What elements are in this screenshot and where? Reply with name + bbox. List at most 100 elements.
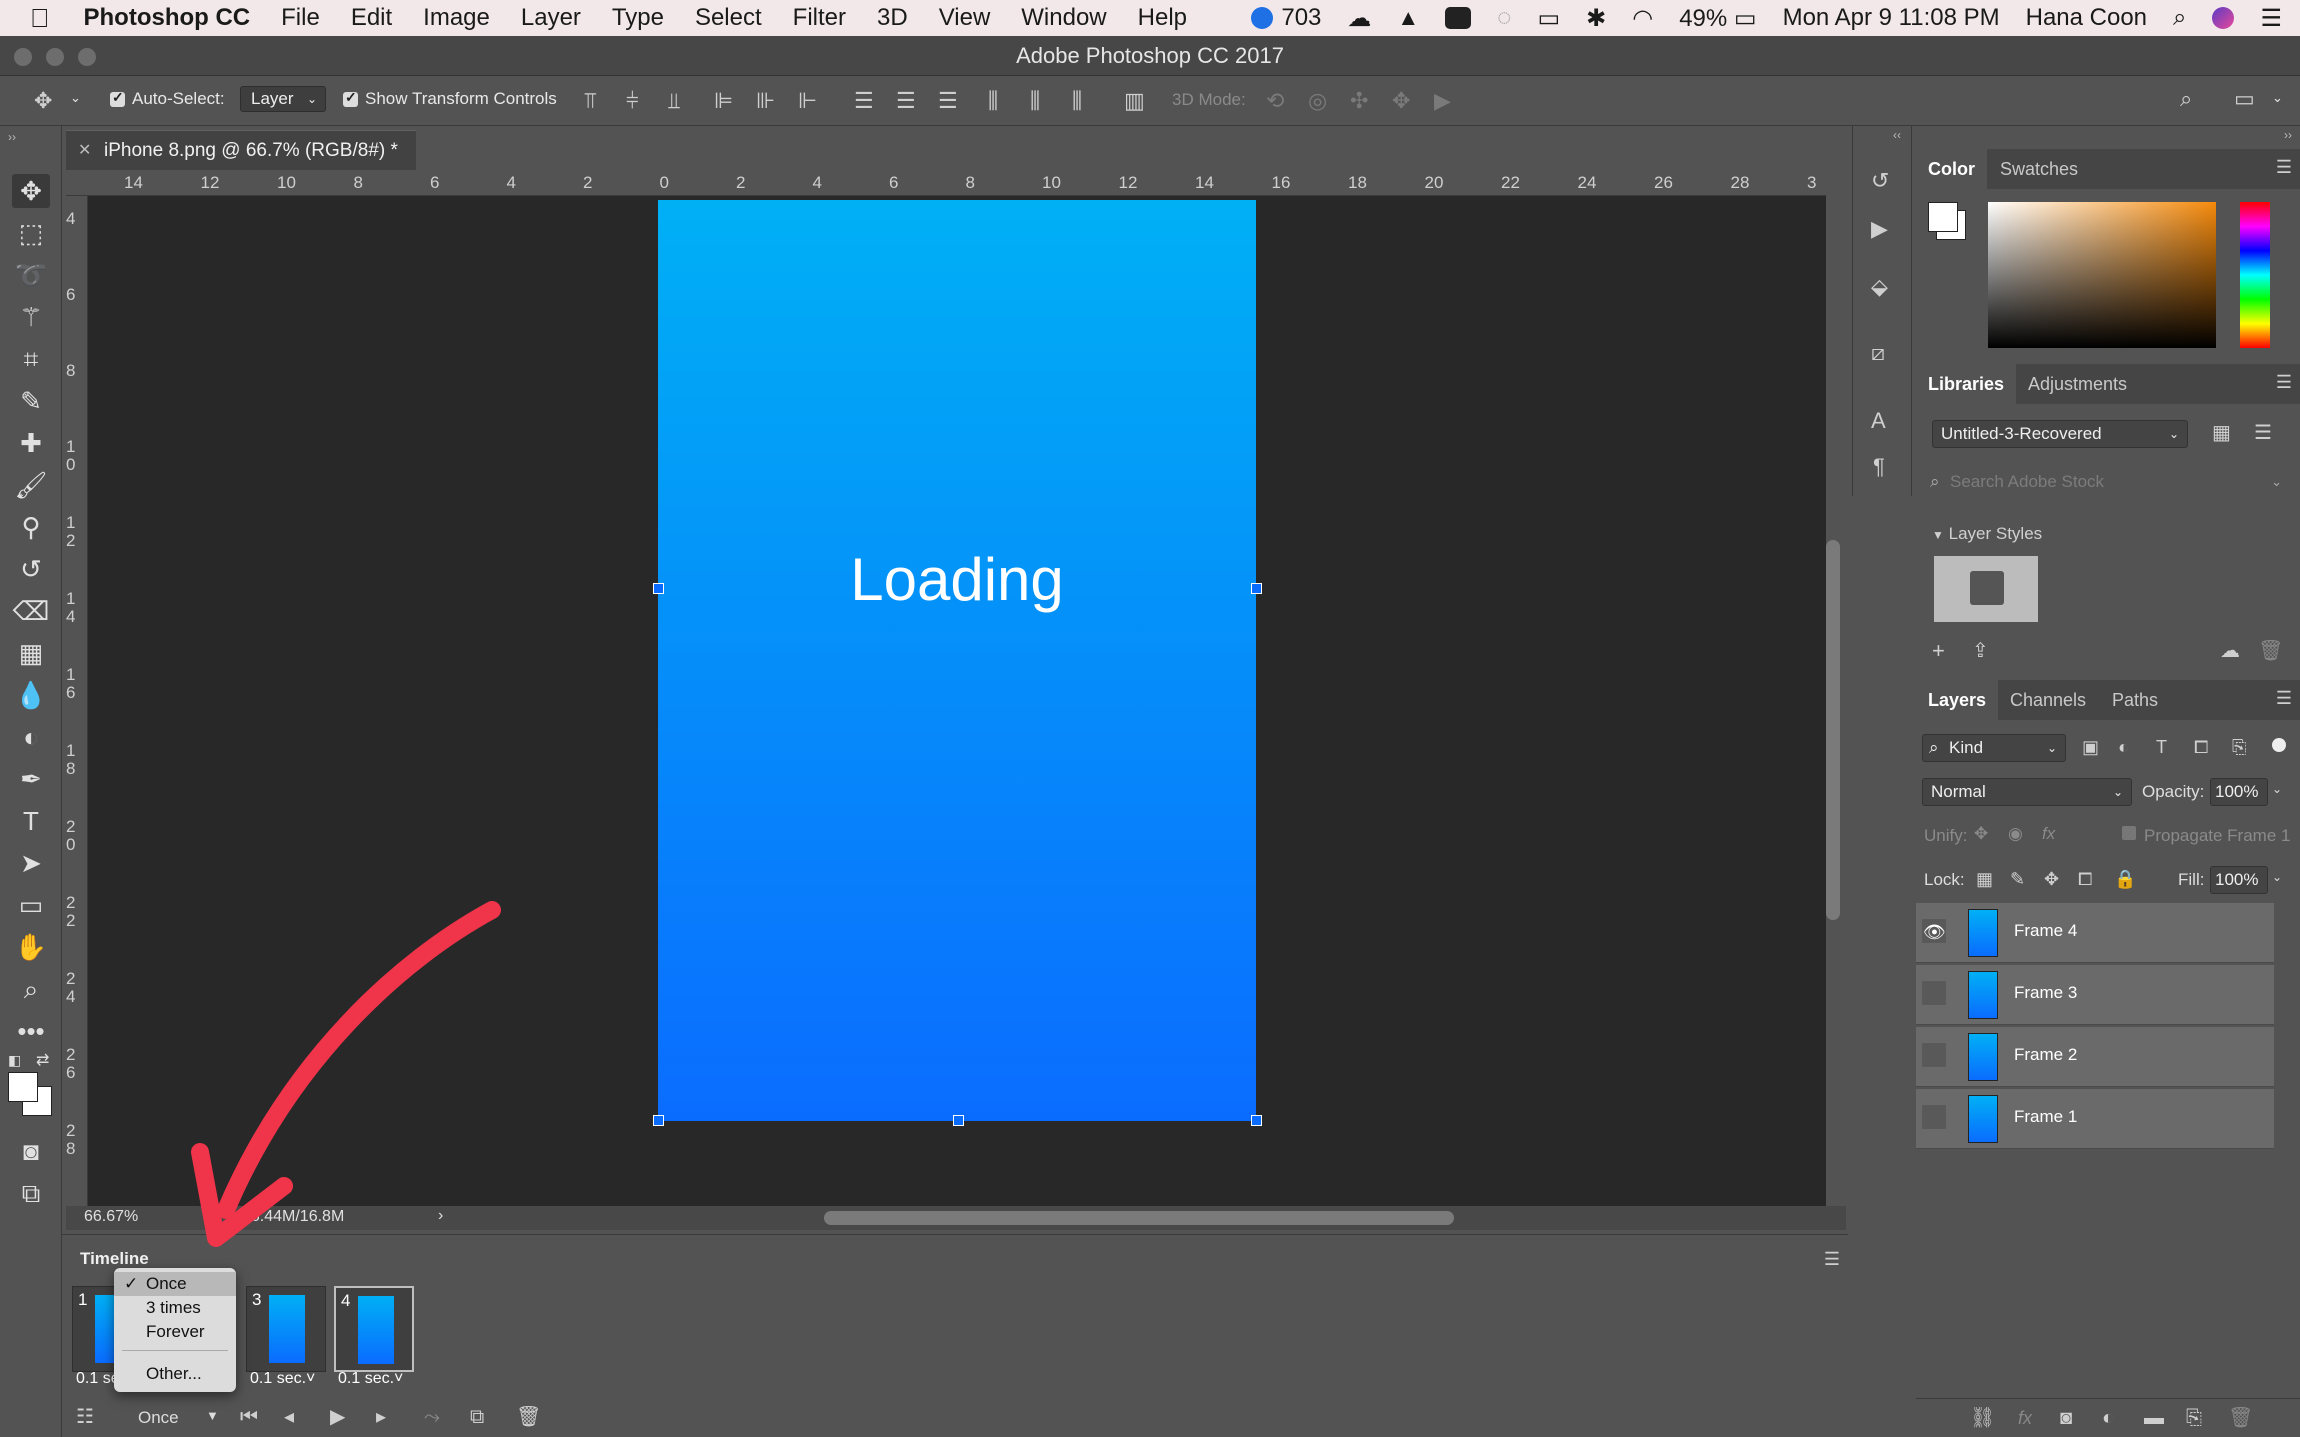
quick-mask-icon[interactable]: ◙ [12,1134,50,1168]
panel-menu-icon[interactable]: ☰ [1824,1244,1840,1274]
loop-option-other[interactable]: Other... [114,1362,236,1386]
default-colors-icon[interactable]: ◧ [8,1052,21,1069]
brush-tool-icon[interactable]: 🖌 [12,468,50,502]
transform-handle-right[interactable] [1251,583,1262,594]
propagate-checkbox[interactable] [2122,826,2136,840]
history-icon[interactable]: ↺ [1871,170,1889,192]
align-hcenter-icon[interactable]: ⊪ [756,90,775,112]
user-name[interactable]: Hana Coon [2026,4,2147,32]
vertical-scrollbar[interactable] [1826,540,1840,920]
zoom-level[interactable]: 66.67% [84,1208,138,1226]
notification-center-icon[interactable]: ☰ [2260,4,2282,33]
collapse-icon[interactable]: ›› [2284,128,2292,142]
magic-wand-tool-icon[interactable]: ⚚ [12,300,50,334]
eraser-tool-icon[interactable]: ⌫ [12,594,50,628]
tab-libraries[interactable]: Libraries [1916,364,2017,404]
layer-style-thumbnail[interactable] [1934,556,2038,622]
path-selection-tool-icon[interactable]: ➤ [12,846,50,880]
collapse-icon[interactable]: ›› [8,130,16,144]
eyedropper-tool-icon[interactable]: ✎ [12,384,50,418]
delete-layer-icon[interactable]: 🗑 [2228,1407,2253,1429]
app-square-icon[interactable] [1445,7,1472,29]
unify-position-icon[interactable]: ✥ [1974,824,1988,844]
unify-style-icon[interactable]: fx [2042,824,2055,844]
transform-handle-bottom-left[interactable] [653,1115,664,1126]
layer-row-frame-2[interactable]: Frame 2 [1916,1027,2274,1087]
menu-image[interactable]: Image [423,4,490,32]
apple-menu-icon[interactable]:  [30,3,50,34]
close-tab-icon[interactable]: ✕ [78,131,91,171]
align-right-icon[interactable]: ⊩ [798,90,817,112]
sync-icon[interactable]: ◌ [1497,4,1511,32]
window-zoom-button[interactable] [78,48,96,66]
history-brush-tool-icon[interactable]: ↺ [12,552,50,586]
layer-row-frame-3[interactable]: Frame 3 [1916,965,2274,1025]
clock[interactable]: Mon Apr 9 11:08 PM [1783,4,2000,32]
menu-select[interactable]: Select [695,4,762,32]
crop-tool-icon[interactable]: ⌗ [12,342,50,376]
previous-frame-icon[interactable]: ◂ [284,1406,294,1428]
more-tools-icon[interactable]: ••• [12,1014,50,1048]
horizontal-ruler[interactable]: 14 12 10 8 6 4 2 0 2 4 6 8 10 12 14 16 18 20 22 24 26 28 3 [66,170,1826,196]
filter-pixel-icon[interactable]: ▣ [2082,736,2099,758]
blend-mode-select[interactable]: Normal ⌄ [1922,778,2132,806]
canvas-loading-text[interactable]: Loading [658,545,1256,614]
align-vcenter-icon[interactable]: ⫩ [626,90,639,112]
actions-play-icon[interactable]: ▶ [1871,218,1888,240]
foreground-color-swatch[interactable] [1928,202,1958,232]
transform-handle-left[interactable] [653,583,664,594]
window-minimize-button[interactable] [46,48,64,66]
layer-row-frame-4[interactable]: 👁 Frame 4 [1916,903,2274,963]
move-tool-preset-icon[interactable]: ✥ [34,90,52,112]
cc-sync-icon[interactable]: ☁ [2220,640,2240,662]
layer-filter-kind[interactable]: ⌕ Kind ⌄ [1922,734,2066,762]
auto-select-checkbox[interactable] [110,89,125,109]
menu-help[interactable]: Help [1138,4,1187,32]
document-tab[interactable]: ✕ iPhone 8.png @ 66.7% (RGB/8#) * [66,130,416,170]
timeline-frame-4[interactable]: 4 [334,1286,414,1372]
lock-all-icon[interactable]: 🔒 [2114,868,2136,890]
menu-filter[interactable]: Filter [793,4,846,32]
gradient-tool-icon[interactable]: ▦ [12,636,50,670]
tab-layers[interactable]: Layers [1916,680,1999,720]
loop-option-once[interactable]: ✓ Once [114,1272,236,1296]
grid-view-icon[interactable]: ▦ [2212,422,2231,444]
menu-window[interactable]: Window [1021,4,1106,32]
panel-menu-icon[interactable]: ☰ [2276,157,2292,178]
list-view-icon[interactable]: ☰ [2254,422,2272,444]
distribute-bottom-icon[interactable]: ☰ [938,90,958,112]
stock-search-input[interactable]: ⌕ Search Adobe Stock ⌄ [1928,468,2288,496]
loop-select[interactable]: Once [138,1408,179,1428]
collapse-icon[interactable]: ‹‹ [1893,128,1901,142]
lock-position-icon[interactable]: ✥ [2044,868,2059,890]
move-tool-icon[interactable]: ✥ [12,174,50,208]
loop-option-forever[interactable]: Forever [114,1320,236,1344]
unify-visibility-icon[interactable]: ◉ [2008,824,2023,844]
tab-paths[interactable]: Paths [2100,680,2170,720]
menu-layer[interactable]: Layer [521,4,581,32]
tab-color[interactable]: Color [1916,149,1987,189]
window-close-button[interactable] [14,48,32,66]
lasso-tool-icon[interactable]: ➰ [12,258,50,292]
layer-row-frame-1[interactable]: Frame 1 [1916,1089,2274,1149]
type-tool-icon[interactable]: T [12,804,50,838]
screen-mode-icon[interactable]: ⧉ [12,1176,50,1210]
filter-toggle-icon[interactable] [2272,738,2286,752]
auto-align-icon[interactable]: ▥ [1124,90,1145,112]
loop-chevron-icon[interactable]: ▼ [206,1408,219,1423]
layer-styles-section[interactable]: ▼ Layer Styles [1932,524,2042,544]
visibility-toggle[interactable] [1922,1043,1946,1067]
add-library-item-icon[interactable]: + [1932,640,1945,662]
creative-cloud-icon[interactable]: ☁ [1347,4,1371,33]
character-icon[interactable]: A [1871,410,1886,432]
foreground-color-swatch[interactable] [8,1072,38,1102]
bluetooth-icon[interactable]: ✱ [1586,4,1606,33]
tab-adjustments[interactable]: Adjustments [2016,364,2139,404]
status-app-icon[interactable]: 703 [1251,4,1321,32]
menu-edit[interactable]: Edit [351,4,392,32]
first-frame-icon[interactable]: ⏮ [240,1406,258,1428]
tab-channels[interactable]: Channels [1998,680,2098,720]
tween-icon[interactable]: ⤳ [424,1406,440,1428]
frame-4-delay[interactable]: 0.1 sec.˅ [338,1370,403,1388]
frame-3-delay[interactable]: 0.1 sec.˅ [250,1370,315,1388]
